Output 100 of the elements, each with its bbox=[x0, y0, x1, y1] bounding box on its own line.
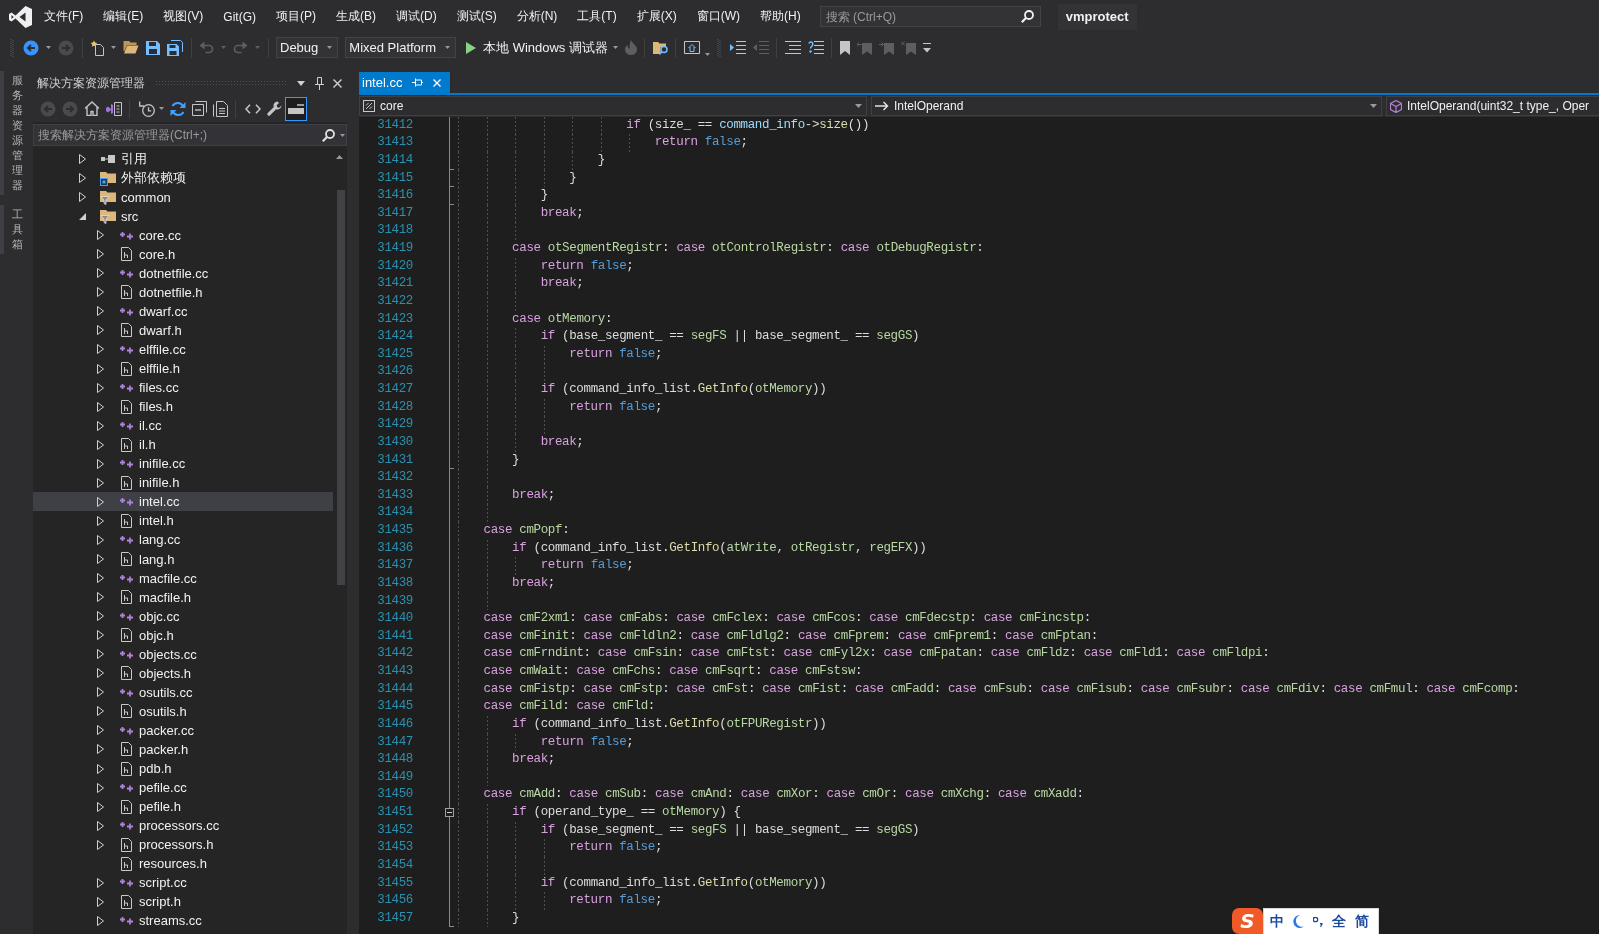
search-icon[interactable] bbox=[322, 128, 335, 142]
caret-right-icon[interactable] bbox=[96, 401, 104, 412]
menu-item[interactable]: 视图(V) bbox=[153, 5, 214, 28]
tree-item[interactable]: dwarf.h bbox=[33, 320, 333, 340]
caret-right-icon[interactable] bbox=[96, 306, 104, 317]
caret-right-icon[interactable] bbox=[96, 249, 104, 260]
tree-item[interactable]: processors.cc bbox=[33, 816, 333, 836]
caret-right-icon[interactable] bbox=[78, 192, 86, 203]
tree-item[interactable]: inifile.h bbox=[33, 473, 333, 493]
tree-item[interactable]: elffile.h bbox=[33, 359, 333, 379]
indent-icon[interactable] bbox=[730, 41, 746, 54]
play-icon[interactable] bbox=[466, 41, 476, 54]
caret-right-icon[interactable] bbox=[96, 915, 104, 926]
caret-right-icon[interactable] bbox=[96, 820, 104, 831]
tree-item[interactable]: objects.cc bbox=[33, 644, 333, 664]
caret-right-icon[interactable] bbox=[96, 782, 104, 793]
bookmark-icon[interactable] bbox=[840, 40, 850, 55]
caret-icon[interactable] bbox=[340, 133, 345, 137]
tree-item[interactable]: lang.h bbox=[33, 549, 333, 569]
caret-right-icon[interactable] bbox=[96, 496, 104, 507]
tree-item[interactable]: objects.h bbox=[33, 663, 333, 683]
caret-down-icon[interactable] bbox=[78, 212, 86, 220]
caret-right-icon[interactable] bbox=[96, 630, 104, 641]
caret-right-icon[interactable] bbox=[96, 420, 104, 431]
caret-right-icon[interactable] bbox=[96, 592, 104, 603]
tree-item[interactable]: osutils.cc bbox=[33, 682, 333, 702]
menu-item[interactable]: Git(G) bbox=[213, 6, 266, 27]
document-lines-icon[interactable] bbox=[106, 101, 122, 116]
window-house-icon[interactable] bbox=[684, 41, 700, 54]
tree-item[interactable]: objc.cc bbox=[33, 606, 333, 626]
caret-right-icon[interactable] bbox=[96, 382, 104, 393]
caret-right-icon[interactable] bbox=[96, 344, 104, 355]
scrollbar-thumb[interactable] bbox=[337, 190, 345, 585]
menu-item[interactable]: 项目(P) bbox=[266, 5, 326, 28]
tree-item[interactable]: lang.cc bbox=[33, 530, 333, 550]
caret-right-icon[interactable] bbox=[96, 554, 104, 564]
tree-item[interactable]: 外部依赖项 bbox=[33, 168, 333, 188]
menu-item[interactable]: 测试(S) bbox=[446, 5, 507, 28]
side-tab[interactable]: 工具箱 bbox=[0, 205, 23, 254]
tree-item[interactable]: intel.cc bbox=[33, 492, 333, 512]
caret-right-icon[interactable] bbox=[96, 458, 104, 469]
code-icon[interactable] bbox=[244, 103, 261, 114]
menu-item[interactable]: 扩展(X) bbox=[626, 5, 687, 28]
tree-item[interactable]: files.cc bbox=[33, 378, 333, 398]
collapse-icon[interactable] bbox=[445, 808, 454, 818]
navigation-dropdown[interactable]: IntelOperand(uint32_t type_, Oper bbox=[1386, 96, 1599, 116]
ime-width[interactable]: 全 bbox=[1332, 912, 1346, 931]
menu-item[interactable]: 帮助(H) bbox=[750, 5, 811, 28]
save-all-icon[interactable] bbox=[167, 39, 183, 56]
clock-icon[interactable] bbox=[139, 100, 155, 117]
menu-item[interactable]: 编辑(E) bbox=[93, 5, 154, 28]
tree-item[interactable]: files.h bbox=[33, 397, 333, 417]
caret-right-icon[interactable] bbox=[96, 687, 104, 698]
caret-right-icon[interactable] bbox=[96, 287, 104, 298]
pin-icon[interactable] bbox=[315, 76, 324, 90]
tree-item[interactable]: pdb.h bbox=[33, 759, 333, 779]
menu-item[interactable]: 工具(T) bbox=[567, 5, 627, 28]
tree-item[interactable]: osutils.h bbox=[33, 701, 333, 721]
tree-item[interactable]: inifile.cc bbox=[33, 454, 333, 474]
caret-icon[interactable] bbox=[705, 53, 711, 56]
tree-item[interactable]: core.cc bbox=[33, 225, 333, 245]
logo-icon[interactable] bbox=[9, 5, 32, 28]
tree-item[interactable]: macfile.cc bbox=[33, 568, 333, 588]
tree-item[interactable]: packer.h bbox=[33, 739, 333, 759]
caret-right-icon[interactable] bbox=[96, 725, 104, 736]
caret-right-icon[interactable] bbox=[96, 268, 104, 279]
navigation-dropdown[interactable]: IntelOperand bbox=[871, 96, 1382, 116]
tree-item[interactable]: dotnetfile.cc bbox=[33, 263, 333, 283]
moon-icon[interactable] bbox=[1293, 915, 1304, 928]
dropdown[interactable]: Mixed Platform bbox=[345, 37, 456, 58]
home-icon[interactable] bbox=[84, 101, 100, 116]
tree-item[interactable]: script.cc bbox=[33, 873, 333, 893]
tree-item[interactable]: resources.h bbox=[33, 854, 333, 874]
documents-icon[interactable] bbox=[212, 100, 228, 117]
tree-item[interactable]: intel.h bbox=[33, 511, 333, 531]
text-lines-icon[interactable] bbox=[785, 41, 801, 54]
caret-up-icon[interactable] bbox=[336, 155, 343, 159]
caret-icon[interactable] bbox=[46, 46, 51, 49]
tree-item[interactable]: pefile.cc bbox=[33, 778, 333, 798]
tree-item[interactable]: 引用 bbox=[33, 149, 333, 169]
caret-icon[interactable] bbox=[297, 80, 305, 86]
tree-item[interactable]: elffile.cc bbox=[33, 339, 333, 359]
stacked-squares-icon[interactable] bbox=[191, 101, 207, 116]
side-tab[interactable]: 服务器资源管理器 bbox=[0, 71, 23, 195]
tree-item[interactable]: script.h bbox=[33, 892, 333, 912]
caret-icon[interactable] bbox=[158, 107, 164, 110]
caret-right-icon[interactable] bbox=[96, 877, 104, 888]
toolbar-options-icon[interactable] bbox=[923, 42, 931, 53]
tree-item[interactable]: common bbox=[33, 187, 333, 207]
tree-item[interactable]: pefile.h bbox=[33, 797, 333, 817]
caret-right-icon[interactable] bbox=[96, 706, 104, 717]
caret-right-icon[interactable] bbox=[96, 649, 104, 660]
menu-item[interactable]: 生成(B) bbox=[326, 5, 386, 28]
ime-mode[interactable]: 中 bbox=[1270, 912, 1284, 931]
caret-right-icon[interactable] bbox=[96, 325, 104, 336]
caret-right-icon[interactable] bbox=[96, 744, 104, 755]
caret-right-icon[interactable] bbox=[96, 801, 104, 812]
search-field[interactable]: 搜索解决方案资源管理器(Ctrl+;) bbox=[33, 124, 347, 146]
menu-item[interactable]: 文件(F) bbox=[34, 5, 94, 28]
caret-right-icon[interactable] bbox=[96, 534, 104, 545]
